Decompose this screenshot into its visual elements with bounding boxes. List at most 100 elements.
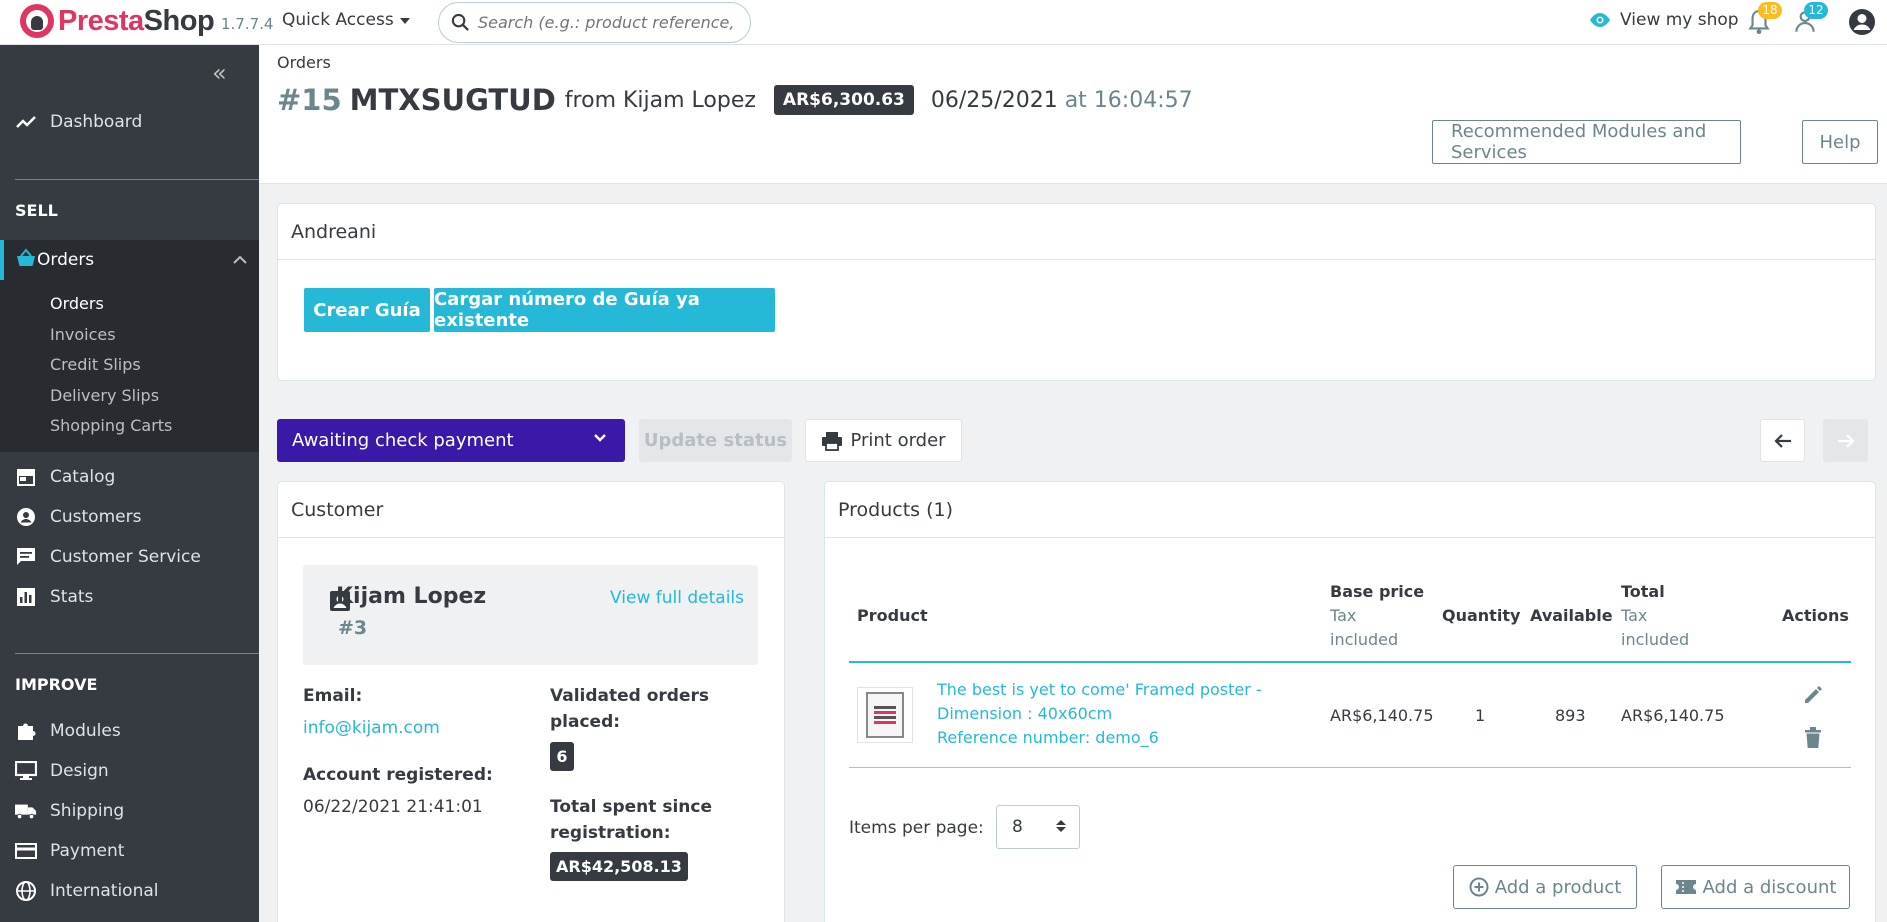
printer-icon xyxy=(822,431,843,451)
account-registered-value: 06/22/2021 21:41:01 xyxy=(303,797,483,817)
create-guide-button[interactable]: Crear Guía xyxy=(304,288,430,332)
version-label: 1.7.7.4 xyxy=(221,15,274,33)
andreani-panel: Andreani Crear Guía Cargar número de Guí… xyxy=(277,203,1876,381)
column-header-actions: Actions xyxy=(1782,606,1849,625)
order-time: at 16:04:57 xyxy=(1064,87,1193,113)
sell-section-heading: SELL xyxy=(15,201,58,220)
items-per-page-label: Items per page: xyxy=(849,818,984,838)
sidebar-label-shipping: Shipping xyxy=(50,801,125,821)
chevron-up-icon xyxy=(233,255,247,264)
prestashop-logo[interactable]: PrestaShop xyxy=(20,4,215,38)
credit-card-icon xyxy=(15,840,37,862)
sidebar-item-catalog[interactable]: Catalog xyxy=(0,459,259,495)
sidebar-divider xyxy=(15,653,259,654)
sidebar-item-design[interactable]: Design xyxy=(0,753,259,789)
sidebar-item-shipping[interactable]: Shipping xyxy=(0,793,259,829)
product-thumbnail[interactable] xyxy=(857,687,913,743)
sidebar-item-international[interactable]: International xyxy=(0,873,259,909)
next-order-button[interactable] xyxy=(1823,419,1868,462)
product-quantity: 1 xyxy=(1475,706,1486,725)
search-box[interactable] xyxy=(438,2,751,43)
order-date: 06/25/2021 at 16:04:57 xyxy=(930,87,1193,113)
chevron-down-icon xyxy=(594,434,606,442)
sidebar-subitem-invoices[interactable]: Invoices xyxy=(50,325,116,344)
sidebar-label-orders: Orders xyxy=(37,250,95,270)
sidebar-label-design: Design xyxy=(50,761,109,781)
sidebar-label-modules: Modules xyxy=(50,721,121,741)
sidebar-item-modules[interactable]: Modules xyxy=(0,713,259,749)
add-discount-label: Add a discount xyxy=(1702,876,1837,898)
customer-email-link[interactable]: info@kijam.com xyxy=(303,718,440,738)
email-label: Email: xyxy=(303,686,363,706)
recommended-modules-button[interactable]: Recommended Modules and Services xyxy=(1432,120,1741,164)
logo-text: PrestaShop xyxy=(58,4,215,37)
product-base-price: AR$6,140.75 xyxy=(1330,706,1434,725)
sidebar-label-international: International xyxy=(50,881,159,901)
sidebar-subitem-credit-slips[interactable]: Credit Slips xyxy=(50,355,141,374)
sidebar-subitem-delivery-slips[interactable]: Delivery Slips xyxy=(50,386,159,405)
globe-icon xyxy=(15,880,37,902)
account-icon xyxy=(1849,9,1875,35)
sidebar-item-dashboard[interactable]: Dashboard xyxy=(0,104,259,140)
order-customer: from Kijam Lopez xyxy=(564,87,756,113)
sidebar-subitem-shopping-carts[interactable]: Shopping Carts xyxy=(50,416,172,435)
chat-icon xyxy=(15,546,37,568)
basket-icon xyxy=(15,247,37,273)
customers-notification[interactable]: 12 xyxy=(1792,2,1828,38)
account-registered-label: Account registered: xyxy=(303,765,493,785)
collapse-sidebar-button[interactable]: « xyxy=(212,59,227,87)
store-icon xyxy=(15,466,37,488)
breadcrumb[interactable]: Orders xyxy=(277,53,331,72)
help-button[interactable]: Help xyxy=(1802,120,1878,164)
trash-icon[interactable] xyxy=(1804,727,1822,749)
search-input[interactable] xyxy=(478,13,738,32)
sidebar-divider xyxy=(15,179,259,180)
pencil-icon[interactable] xyxy=(1802,684,1824,706)
customer-summary xyxy=(303,565,758,665)
arrow-right-icon xyxy=(1837,433,1855,448)
previous-order-button[interactable] xyxy=(1760,419,1805,462)
product-reference: Reference number: demo_6 xyxy=(937,728,1159,747)
load-guide-number-button[interactable]: Cargar número de Guía ya existente xyxy=(434,288,775,332)
print-order-button[interactable]: Print order xyxy=(805,419,962,462)
view-my-shop-link[interactable]: View my shop xyxy=(1588,10,1739,30)
add-product-button[interactable]: Add a product xyxy=(1453,865,1637,909)
print-order-label: Print order xyxy=(850,430,946,451)
sidebar-item-payment[interactable]: Payment xyxy=(0,833,259,869)
product-name-link[interactable]: The best is yet to come' Framed poster -… xyxy=(937,678,1267,750)
customer-panel: Customer Kijam Lopez #3 View full detail… xyxy=(277,481,785,922)
sidebar-label-customer-service: Customer Service xyxy=(50,547,201,567)
ticket-icon xyxy=(1675,880,1696,894)
puzzle-icon xyxy=(15,720,37,742)
orders-count-badge: 18 xyxy=(1758,2,1782,19)
bar-chart-icon xyxy=(15,586,37,608)
quick-access-dropdown[interactable]: Quick Access xyxy=(282,10,410,30)
sidebar-item-customer-service[interactable]: Customer Service xyxy=(0,539,259,575)
order-reference: MTXSUGTUD xyxy=(349,83,556,117)
sidebar-label-dashboard: Dashboard xyxy=(50,112,143,132)
product-available: 893 xyxy=(1555,706,1586,725)
puffin-logo-icon xyxy=(20,4,54,38)
sidebar-item-orders[interactable]: Orders xyxy=(0,240,259,280)
items-per-page-select[interactable]: 8 xyxy=(996,805,1080,849)
search-icon xyxy=(451,13,469,31)
update-status-button[interactable]: Update status xyxy=(639,419,792,462)
column-header-base-price: Base price Tax included xyxy=(1330,582,1425,649)
view-full-details-link[interactable]: View full details xyxy=(610,588,744,608)
add-discount-button[interactable]: Add a discount xyxy=(1661,865,1850,909)
truck-icon xyxy=(15,800,37,822)
caret-down-icon xyxy=(399,18,410,24)
trending-icon xyxy=(15,111,37,133)
order-total-badge: AR$6,300.63 xyxy=(773,85,914,115)
sidebar-label-catalog: Catalog xyxy=(50,467,116,487)
table-header-divider xyxy=(849,661,1851,663)
product-dimension: Dimension : 40x60cm xyxy=(937,704,1113,723)
account-menu[interactable] xyxy=(1848,8,1876,41)
customers-count-badge: 12 xyxy=(1804,2,1828,19)
sidebar-item-customers[interactable]: Customers xyxy=(0,499,259,535)
sidebar-subitem-orders[interactable]: Orders xyxy=(50,294,104,313)
top-bar: PrestaShop 1.7.7.4 Quick Access View my … xyxy=(0,0,1887,45)
orders-notification[interactable]: 18 xyxy=(1746,2,1782,38)
order-status-select[interactable]: Awaiting check payment xyxy=(277,419,625,462)
sidebar-item-stats[interactable]: Stats xyxy=(0,579,259,615)
